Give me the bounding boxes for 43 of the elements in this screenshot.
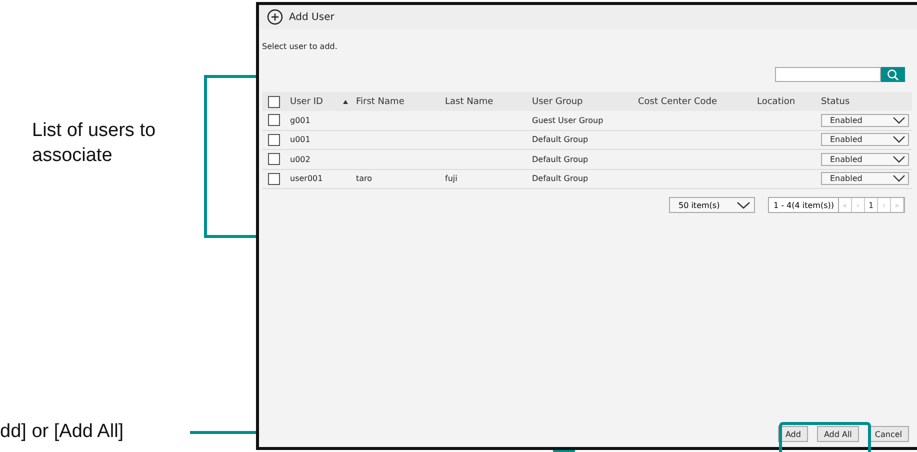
instruction-text: Select user to add.	[262, 42, 338, 53]
table-cell: Default Group	[532, 154, 588, 164]
checkbox[interactable]	[268, 134, 280, 146]
column-header[interactable]: Location	[757, 96, 796, 106]
table-cell: u001	[290, 135, 310, 144]
checkbox[interactable]	[268, 172, 280, 185]
status-dropdown[interactable]: Enabled	[821, 133, 909, 146]
sort-icon	[343, 100, 348, 104]
search-icon	[887, 68, 899, 80]
table-cell: Guest User Group	[532, 116, 604, 125]
page-size-dropdown[interactable]: 50 item(s)	[669, 197, 756, 213]
search-field[interactable]	[775, 67, 881, 82]
column-header[interactable]: User Group	[532, 96, 583, 106]
status-dropdown[interactable]: Enabled	[821, 152, 909, 166]
status-dropdown[interactable]: Enabled	[821, 172, 909, 186]
column-header[interactable]: Last Name	[445, 96, 494, 106]
column-header[interactable]: First Name	[356, 96, 404, 106]
table-cell: Default Group	[532, 174, 588, 184]
column-header[interactable]: Status	[821, 96, 850, 106]
checkbox[interactable]	[268, 96, 280, 108]
column-header[interactable]: User ID	[290, 96, 323, 106]
add-icon	[267, 9, 283, 25]
status-dropdown[interactable]: Enabled	[821, 114, 909, 127]
callout-text: dd] or [Add All]	[0, 420, 124, 444]
table-cell: user001	[290, 174, 323, 184]
table-cell: taro	[356, 174, 372, 184]
chevron-down-icon	[893, 175, 905, 182]
chevron-down-icon	[893, 136, 905, 144]
table-cell: g001	[290, 116, 310, 125]
chevron-down-icon	[737, 202, 750, 208]
dialog-button[interactable]: Add	[778, 426, 808, 442]
checkbox[interactable]	[268, 114, 280, 126]
checkbox[interactable]	[268, 153, 280, 166]
dialog-button[interactable]: Add All	[816, 426, 859, 442]
chevron-down-icon	[893, 116, 905, 124]
callout-text: List of users to associate	[32, 119, 157, 168]
table-cell: fuji	[445, 174, 458, 184]
search-button[interactable]	[881, 67, 905, 82]
column-header[interactable]: Cost Center Code	[638, 96, 718, 106]
table-cell: u002	[290, 154, 310, 164]
window-title: Add User	[289, 12, 334, 22]
chevron-down-icon	[893, 156, 905, 163]
table-cell: Default Group	[532, 135, 588, 144]
